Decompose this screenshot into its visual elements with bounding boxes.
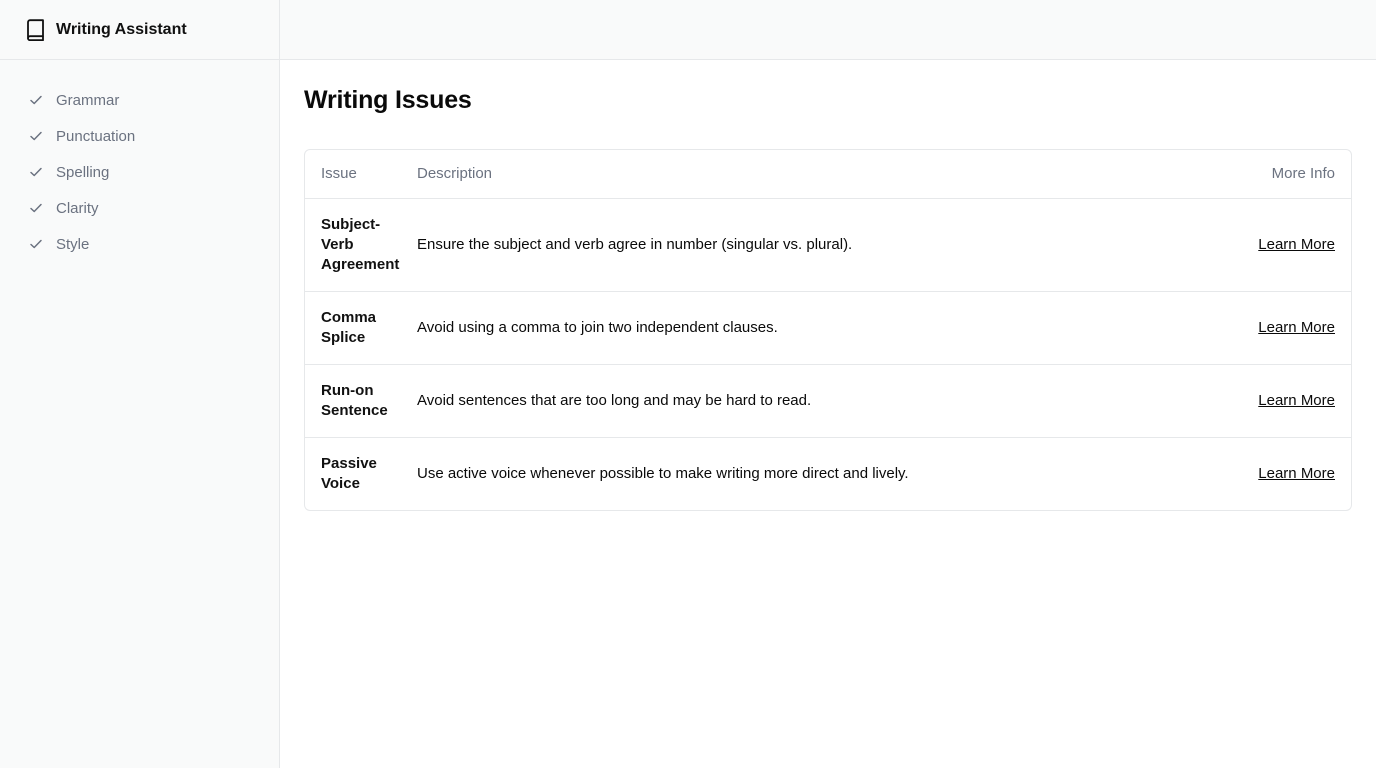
sidebar-item-label: Spelling — [56, 163, 110, 181]
column-header-issue: Issue — [305, 150, 411, 199]
sidebar: Writing Assistant Grammar Punctuation Sp… — [0, 0, 280, 768]
check-icon — [28, 200, 44, 216]
table-row: Comma Splice Avoid using a comma to join… — [305, 290, 1351, 364]
top-bar — [280, 0, 1376, 60]
more-info-cell: Learn More — [1200, 198, 1351, 291]
learn-more-link[interactable]: Learn More — [1258, 465, 1335, 482]
more-info-cell: Learn More — [1199, 436, 1351, 510]
sidebar-item-punctuation[interactable]: Punctuation — [0, 118, 279, 154]
sidebar-item-grammar[interactable]: Grammar — [0, 82, 279, 118]
learn-more-link[interactable]: Learn More — [1258, 236, 1335, 253]
sidebar-nav: Grammar Punctuation Spelling Clarity Sty… — [0, 60, 279, 262]
page-title: Writing Issues — [304, 86, 472, 114]
sidebar-item-label: Grammar — [56, 91, 120, 109]
sidebar-item-label: Style — [56, 235, 90, 253]
table-row: Passive Voice Use active voice whenever … — [305, 436, 1351, 510]
issue-description: Use active voice whenever possible to ma… — [411, 436, 1200, 510]
check-icon — [28, 236, 44, 252]
column-header-description: Description — [411, 150, 1200, 199]
table-header-row: Issue Description More Info — [305, 150, 1351, 199]
issue-description: Avoid sentences that are too long and ma… — [411, 363, 1200, 437]
more-info-cell: Learn More — [1199, 290, 1351, 364]
learn-more-link[interactable]: Learn More — [1258, 319, 1335, 336]
sidebar-item-label: Punctuation — [56, 127, 136, 145]
sidebar-item-clarity[interactable]: Clarity — [0, 190, 279, 226]
issue-description: Ensure the subject and verb agree in num… — [417, 235, 853, 253]
check-icon — [28, 92, 44, 108]
table-row: Subject-Verb Agreement Ensure the subjec… — [305, 198, 1351, 291]
table-body: Subject-Verb Agreement Ensure the subjec… — [305, 198, 1351, 510]
book-icon — [25, 18, 47, 41]
issues-table: Issue Description More Info Subject-Verb… — [305, 150, 1351, 510]
sidebar-item-style[interactable]: Style — [0, 226, 279, 262]
sidebar-item-spelling[interactable]: Spelling — [0, 154, 279, 190]
issue-name: Passive Voice — [305, 436, 411, 510]
issue-name: Subject-Verb Agreement — [321, 215, 400, 273]
app-root: Writing Assistant Grammar Punctuation Sp… — [0, 0, 1376, 768]
learn-more-link[interactable]: Learn More — [1258, 392, 1335, 409]
sidebar-item-label: Clarity — [56, 199, 99, 217]
check-icon — [28, 128, 44, 144]
table-row: Run-on Sentence Avoid sentences that are… — [305, 363, 1351, 437]
issues-table-card: Issue Description More Info Subject-Verb… — [304, 149, 1352, 511]
issue-name: Run-on Sentence — [305, 363, 411, 437]
issue-description: Avoid using a comma to join two independ… — [411, 290, 1200, 364]
table-header: Issue Description More Info — [305, 150, 1351, 199]
more-info-cell: Learn More — [1199, 363, 1351, 437]
app-title: Writing Assistant — [56, 20, 187, 38]
check-icon — [28, 164, 44, 180]
brand[interactable]: Writing Assistant — [0, 0, 279, 60]
main-content: Writing Issues Issue Description More In… — [304, 60, 1352, 511]
issue-name: Comma Splice — [305, 290, 411, 364]
column-header-more-info: More Info — [1199, 150, 1351, 199]
